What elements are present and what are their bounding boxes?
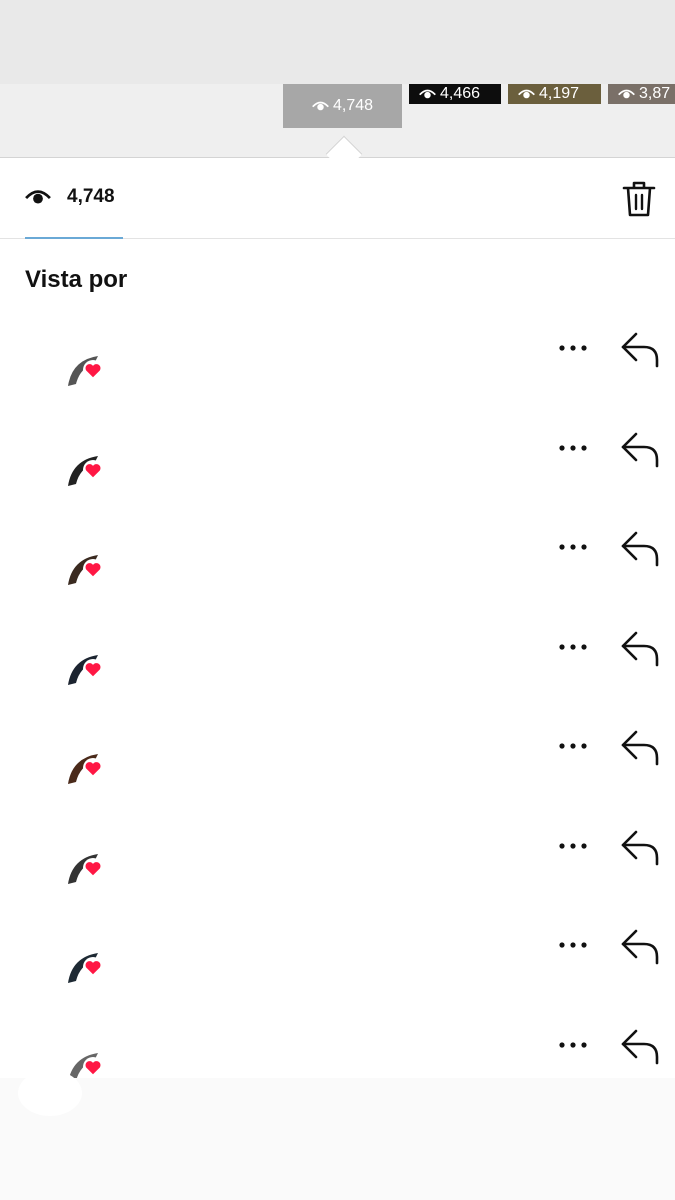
heart-icon (83, 857, 103, 878)
reply-icon[interactable] (620, 430, 660, 468)
more-options-icon[interactable] (558, 939, 588, 951)
reply-icon[interactable] (620, 728, 660, 766)
reply-icon[interactable] (620, 1027, 660, 1065)
more-options-icon[interactable] (558, 541, 588, 553)
bottom-fade (0, 1078, 675, 1200)
eye-icon (618, 89, 635, 99)
more-options-icon[interactable] (558, 342, 588, 354)
story-thumbnail[interactable]: 4,466 (409, 84, 501, 104)
story-thumbnail[interactable]: 3,87 (608, 84, 675, 104)
eye-icon (312, 101, 329, 111)
trash-icon[interactable] (622, 180, 656, 218)
heart-icon (83, 559, 103, 579)
heart-icon (83, 758, 103, 778)
thumbnail-view-count: 3,87 (639, 85, 671, 102)
viewer-row[interactable] (0, 420, 675, 520)
heart-icon (83, 459, 103, 480)
viewers-section-title: Vista por (25, 266, 128, 293)
reply-icon[interactable] (620, 330, 660, 368)
heart-icon (83, 658, 103, 679)
eye-icon (419, 89, 436, 99)
viewer-row[interactable] (0, 519, 675, 619)
more-options-icon[interactable] (558, 641, 588, 653)
more-options-icon[interactable] (558, 840, 588, 852)
heart-icon (83, 360, 103, 380)
more-options-icon[interactable] (558, 1039, 588, 1051)
thumbnail-view-count: 4,466 (440, 85, 481, 102)
thumbnail-view-count: 4,748 (332, 97, 374, 114)
eye-icon (25, 190, 51, 204)
top-backdrop (0, 0, 675, 84)
more-options-icon[interactable] (558, 740, 588, 752)
reply-icon[interactable] (620, 927, 660, 965)
viewer-row[interactable] (0, 619, 675, 719)
heart-icon (83, 1056, 103, 1077)
more-options-icon[interactable] (558, 442, 588, 454)
views-tab[interactable]: 4,748 (25, 186, 115, 208)
reply-icon[interactable] (620, 529, 660, 567)
viewer-row[interactable] (0, 718, 675, 818)
reply-icon[interactable] (620, 629, 660, 667)
heart-icon (83, 957, 103, 977)
viewer-list (0, 320, 675, 1116)
reply-icon[interactable] (620, 828, 660, 866)
thumbnail-view-count: 4,197 (539, 85, 580, 102)
active-tab-indicator (25, 237, 123, 239)
viewer-row[interactable] (0, 818, 675, 918)
partial-avatar (18, 1070, 82, 1116)
story-stats-bar: 4,748 (0, 158, 675, 239)
story-thumbnail[interactable]: 4,197 (508, 84, 601, 104)
views-count: 4,748 (67, 186, 115, 207)
viewer-row[interactable] (0, 320, 675, 420)
viewer-row[interactable] (0, 917, 675, 1017)
eye-icon (518, 89, 535, 99)
story-thumbnail-selected[interactable]: 4,748 (283, 84, 402, 128)
